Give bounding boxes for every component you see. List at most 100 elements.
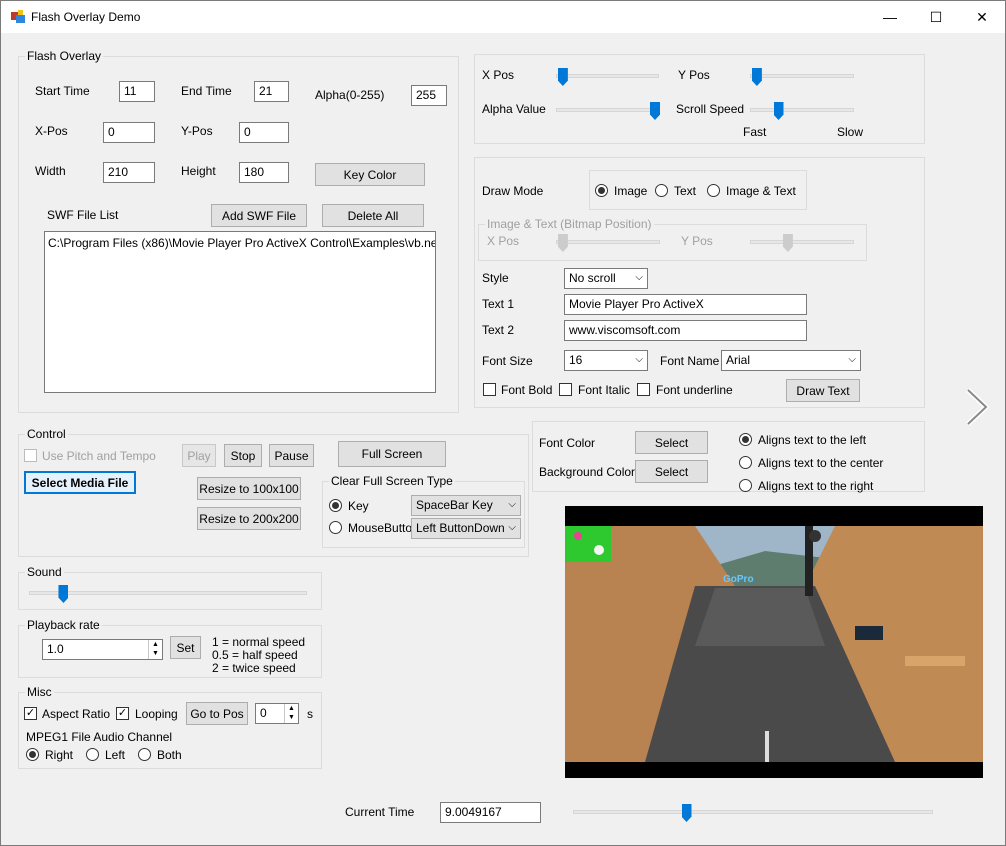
draw-mode-text-radio[interactable] — [655, 184, 668, 197]
key-color-button[interactable]: Key Color — [315, 163, 425, 186]
draw-mode-image-radio[interactable] — [595, 184, 608, 197]
align-left-radio[interactable] — [739, 433, 752, 446]
draw-mode-label: Draw Mode — [482, 184, 544, 198]
xpos-input[interactable]: 0 — [103, 122, 155, 143]
font-underline-label: Font underline — [656, 383, 733, 397]
align-right-radio[interactable] — [739, 479, 752, 492]
clear-key-radio[interactable] — [329, 499, 342, 512]
width-input[interactable]: 210 — [103, 162, 155, 183]
rate-hint-2: 0.5 = half speed — [212, 648, 298, 662]
font-name-select[interactable]: Arial ⌵ — [721, 350, 861, 371]
key-select[interactable]: SpaceBar Key ⌵ — [411, 495, 521, 516]
channel-both-radio[interactable] — [138, 748, 151, 761]
bg-color-select-button[interactable]: Select — [635, 460, 708, 483]
slider-xpos-label: X Pos — [482, 68, 515, 82]
channel-left-radio[interactable] — [86, 748, 99, 761]
draw-mode-text-label: Text — [674, 184, 697, 198]
list-item[interactable]: C:\Program Files (x86)\Movie Player Pro … — [45, 232, 435, 254]
chevron-down-icon: ⌵ — [508, 522, 516, 533]
delete-all-button[interactable]: Delete All — [322, 204, 424, 227]
spinner-icon[interactable]: ▲ ▼ — [284, 704, 298, 723]
resize-100-button[interactable]: Resize to 100x100 — [197, 477, 301, 500]
sound-slider[interactable] — [29, 591, 307, 595]
minimize-button[interactable]: — — [867, 1, 913, 33]
play-button[interactable]: Play — [182, 444, 216, 467]
height-label: Height — [181, 164, 216, 178]
text2-input[interactable]: www.viscomsoft.com — [564, 320, 807, 341]
spinner-icon[interactable]: ▲ ▼ — [148, 640, 162, 659]
go-to-pos-value: 0 — [260, 706, 267, 720]
align-right-label: Aligns text to the right — [758, 479, 874, 493]
font-italic-checkbox[interactable] — [559, 383, 572, 396]
minimize-icon: — — [883, 9, 897, 25]
text1-input[interactable]: Movie Player Pro ActiveX — [564, 294, 807, 315]
draw-mode-image-text-radio[interactable] — [707, 184, 720, 197]
channel-both-label: Both — [157, 748, 182, 762]
current-time-input[interactable]: 9.0049167 — [440, 802, 541, 823]
stop-button[interactable]: Stop — [224, 444, 262, 467]
clear-mouse-radio[interactable] — [329, 521, 342, 534]
playback-rate-input[interactable]: 1.0 ▲ ▼ — [42, 639, 163, 660]
select-media-file-button[interactable]: Select Media File — [24, 471, 136, 494]
position-slider-thumb[interactable] — [681, 804, 692, 822]
style-label: Style — [482, 271, 509, 285]
bitmap-ypos-slider[interactable] — [750, 240, 854, 244]
draw-mode-image-label: Image — [614, 184, 648, 198]
font-bold-checkbox[interactable] — [483, 383, 496, 396]
pause-button[interactable]: Pause — [269, 444, 314, 467]
bg-color-label: Background Color — [539, 465, 636, 479]
close-button[interactable]: ✕ — [959, 1, 1005, 33]
scroll-speed-slider[interactable] — [750, 108, 854, 112]
font-size-label: Font Size — [482, 354, 533, 368]
font-italic-label: Font Italic — [578, 383, 631, 397]
playback-rate-value: 1.0 — [47, 642, 64, 656]
key-value: SpaceBar Key — [416, 498, 493, 512]
channel-left-label: Left — [105, 748, 126, 762]
rate-hint-3: 2 = twice speed — [212, 661, 296, 675]
ypos-slider[interactable] — [750, 74, 854, 78]
bitmap-ypos-label: Y Pos — [681, 234, 713, 248]
seconds-unit: s — [307, 707, 313, 721]
full-screen-button[interactable]: Full Screen — [338, 441, 446, 467]
font-size-select[interactable]: 16 ⌵ — [564, 350, 648, 371]
add-swf-button[interactable]: Add SWF File — [211, 204, 307, 227]
chevron-down-icon: ⌵ — [635, 272, 643, 283]
start-time-input[interactable]: 11 — [119, 81, 155, 102]
alpha-input[interactable]: 255 — [411, 85, 447, 106]
video-player[interactable]: GoPro — [565, 506, 983, 778]
clear-key-label: Key — [348, 499, 369, 513]
app-icon — [11, 10, 25, 23]
style-select[interactable]: No scroll ⌵ — [564, 268, 648, 289]
go-to-pos-button[interactable]: Go to Pos — [186, 702, 248, 725]
maximize-button[interactable]: ☐ — [913, 1, 959, 33]
font-size-value: 16 — [569, 353, 583, 367]
font-color-select-button[interactable]: Select — [635, 431, 708, 454]
height-input[interactable]: 180 — [239, 162, 289, 183]
font-underline-checkbox[interactable] — [637, 383, 650, 396]
bitmap-xpos-slider[interactable] — [556, 240, 660, 244]
ypos-input[interactable]: 0 — [239, 122, 289, 143]
channel-right-radio[interactable] — [26, 748, 39, 761]
font-name-label: Font Name — [660, 354, 720, 368]
set-rate-button[interactable]: Set — [170, 636, 201, 659]
chevron-right-icon[interactable] — [963, 387, 991, 427]
draw-text-button[interactable]: Draw Text — [786, 379, 860, 402]
resize-200-button[interactable]: Resize to 200x200 — [197, 507, 301, 530]
go-to-pos-input[interactable]: 0 ▲ ▼ — [255, 703, 299, 724]
use-pitch-checkbox[interactable] — [24, 449, 37, 462]
align-center-radio[interactable] — [739, 456, 752, 469]
mouse-select[interactable]: Left ButtonDown ⌵ — [411, 518, 521, 539]
alpha-slider[interactable] — [556, 108, 660, 112]
video-overlay-logo: GoPro — [723, 574, 754, 585]
swf-file-list[interactable]: C:\Program Files (x86)\Movie Player Pro … — [44, 231, 436, 393]
looping-checkbox[interactable]: ✓ — [116, 707, 129, 720]
aspect-ratio-checkbox[interactable]: ✓ — [24, 707, 37, 720]
end-time-input[interactable]: 21 — [254, 81, 289, 102]
xpos-slider[interactable] — [556, 74, 659, 78]
chevron-down-icon: ⌵ — [508, 499, 516, 510]
ypos-label: Y-Pos — [181, 124, 213, 138]
channel-right-label: Right — [45, 748, 74, 762]
rate-hint-1: 1 = normal speed — [212, 635, 306, 649]
position-slider[interactable] — [573, 810, 933, 814]
aspect-ratio-label: Aspect Ratio — [42, 707, 111, 721]
